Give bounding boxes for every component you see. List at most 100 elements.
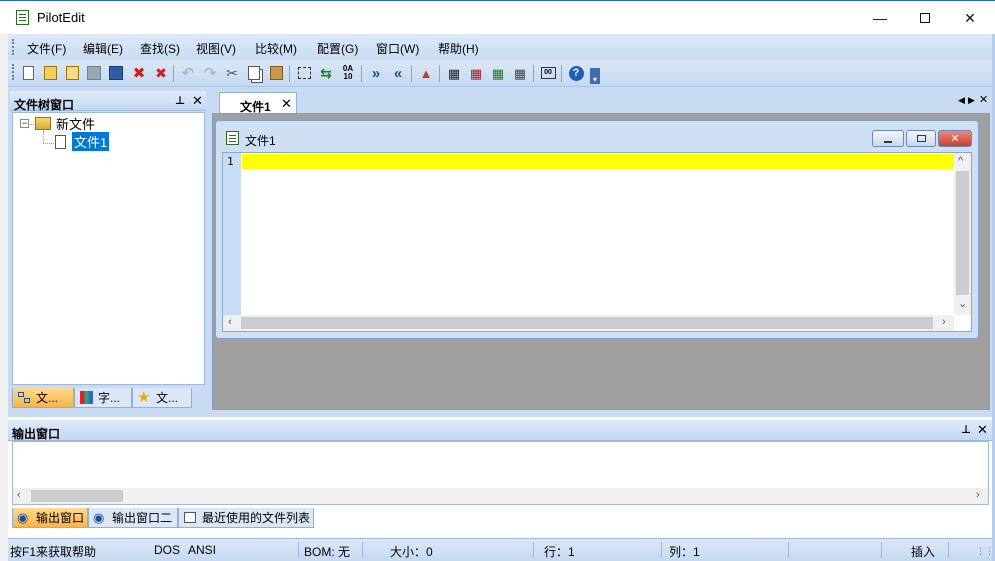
line-number-gutter: 1 (223, 153, 241, 315)
text-editor[interactable]: 1 ^ ⌄ ‹ › (222, 152, 972, 332)
scroll-thumb[interactable] (241, 317, 933, 329)
tab-fonts[interactable]: 字... (74, 388, 132, 408)
tab-fonts-label: 字... (98, 391, 121, 405)
toolbar-grip[interactable] (12, 64, 14, 80)
horizontal-scrollbar[interactable]: ‹ › (223, 315, 954, 331)
horizontal-scrollbar[interactable]: ‹ › (13, 488, 988, 504)
tree-line (43, 131, 44, 143)
menu-compare[interactable]: 比较(M) (255, 40, 297, 57)
menu-help[interactable]: 帮助(H) (438, 40, 479, 57)
tab-output-1[interactable]: ◉ 输出窗口 (12, 508, 88, 528)
compare-next-icon[interactable]: ▦ (468, 65, 484, 81)
file-tree-tabs: 文... 字... ★ 文... (10, 386, 206, 410)
tab-output-2[interactable]: ◉ 输出窗口二 (88, 508, 178, 528)
menu-file[interactable]: 文件(F) (27, 40, 66, 57)
scroll-thumb[interactable] (31, 490, 123, 502)
maximize-button[interactable] (902, 1, 948, 35)
menu-window[interactable]: 窗口(W) (376, 40, 419, 57)
scroll-left-icon[interactable]: ‹ (17, 489, 21, 501)
window-title: PilotEdit (37, 10, 85, 25)
tree-root[interactable]: 新文件 (56, 114, 95, 133)
status-separator (948, 542, 949, 558)
pin-icon[interactable]: ⊥ (175, 94, 185, 107)
menu-config[interactable]: 配置(G) (317, 40, 358, 57)
clear-icon[interactable]: ▲ (418, 65, 434, 81)
undo-icon[interactable]: ↶ (180, 65, 196, 81)
output-tabs: ◉ 输出窗口 ◉ 输出窗口二 最近使用的文件列表 (10, 506, 410, 530)
open-recent-icon[interactable] (64, 65, 80, 81)
tab-scroll-right-icon[interactable]: ▶ (968, 95, 975, 106)
menu-grip[interactable] (12, 39, 14, 55)
hex-icon[interactable]: 0A 10 (340, 65, 356, 81)
chart-icon (79, 390, 94, 405)
select-icon[interactable] (296, 65, 312, 81)
status-separator (881, 542, 882, 558)
tab-scroll-left-icon[interactable]: ◀ (958, 95, 965, 106)
scroll-thumb[interactable] (956, 171, 969, 295)
new-icon[interactable] (20, 65, 36, 81)
tab-recent-files[interactable]: 最近使用的文件列表 (178, 508, 314, 528)
tree-line (43, 143, 54, 144)
copy-icon[interactable] (246, 65, 262, 81)
cut-icon[interactable]: ✂ (224, 65, 240, 81)
status-encoding: ANSI (188, 543, 217, 557)
status-size: 大小：0 (390, 545, 433, 559)
scroll-right-icon[interactable]: › (976, 489, 980, 501)
binoculars-icon: ◉ (93, 510, 105, 525)
document-minimize-button[interactable] (872, 130, 904, 147)
scroll-down-icon[interactable]: ⌄ (958, 297, 967, 310)
tab-close-all-icon[interactable]: ✕ (979, 93, 988, 106)
compare-prev-icon[interactable]: ▦ (490, 65, 506, 81)
next-icon[interactable]: » (368, 65, 384, 81)
open-icon[interactable] (42, 65, 58, 81)
close-all-icon[interactable]: ✖ (153, 65, 169, 81)
collapse-icon[interactable]: − (20, 119, 29, 128)
save-all-icon[interactable] (108, 65, 124, 81)
document-maximize-button[interactable] (906, 130, 936, 147)
tab-file-tree[interactable]: 文... (12, 388, 74, 408)
tab-favorites[interactable]: ★ 文... (132, 388, 192, 408)
status-separator (362, 542, 363, 558)
menu-edit[interactable]: 编辑(E) (83, 40, 123, 57)
close-button[interactable]: ✕ (947, 1, 993, 35)
minimize-button[interactable]: — (857, 1, 903, 35)
document-close-button[interactable]: ✕ (938, 130, 972, 147)
status-separator (298, 542, 299, 558)
compare-stop-icon[interactable]: ▦ (512, 65, 528, 81)
folder-icon (35, 117, 51, 130)
file-tree: − 新文件 文件1 (12, 112, 205, 385)
tab-document[interactable]: 文件1 ✕ (219, 92, 297, 114)
vertical-scrollbar[interactable]: ^ ⌄ (954, 153, 971, 315)
panel-close-icon[interactable]: ✕ (192, 93, 203, 109)
scroll-up-icon[interactable]: ^ (958, 155, 963, 167)
toolbar-separator (411, 65, 412, 82)
close-file-icon[interactable]: ✖ (131, 65, 147, 81)
paste-icon[interactable] (268, 65, 284, 81)
compare-icon[interactable]: ▦ (446, 65, 462, 81)
file-tree-header: 文件树窗口 ⊥ ✕ (10, 91, 206, 112)
output-window: ‹ › (12, 441, 989, 505)
macro-icon[interactable]: 00 (540, 65, 556, 81)
redo-icon[interactable]: ↷ (202, 65, 218, 81)
status-column: 列：1 (669, 545, 700, 559)
save-icon[interactable] (86, 65, 102, 81)
help-icon[interactable]: ? (568, 65, 584, 81)
menu-view[interactable]: 视图(V) (196, 40, 236, 57)
toolbar-separator (533, 65, 534, 82)
desktop-edge (0, 34, 8, 561)
tab-favorites-label: 文... (156, 391, 179, 405)
tree-file-selected[interactable]: 文件1 (72, 132, 110, 151)
resize-grip-icon[interactable]: ⋮⋮ (976, 546, 994, 557)
previous-icon[interactable]: « (390, 65, 406, 81)
tab-file-tree-label: 文... (36, 391, 59, 405)
document-tabstrip: 文件1 ✕ ◀ ▶ ✕ (212, 90, 990, 114)
toolbar-overflow-icon[interactable]: ▾ (590, 68, 600, 84)
scroll-left-icon[interactable]: ‹ (228, 316, 232, 328)
panel-close-icon[interactable]: ✕ (977, 422, 988, 438)
scroll-right-icon[interactable]: › (942, 316, 946, 328)
menu-search[interactable]: 查找(S) (140, 40, 180, 57)
tab-close-icon[interactable]: ✕ (281, 96, 292, 112)
pin-icon[interactable]: ⊥ (961, 423, 971, 436)
document-icon (226, 131, 239, 145)
replace-icon[interactable]: ⇆ (318, 65, 334, 81)
